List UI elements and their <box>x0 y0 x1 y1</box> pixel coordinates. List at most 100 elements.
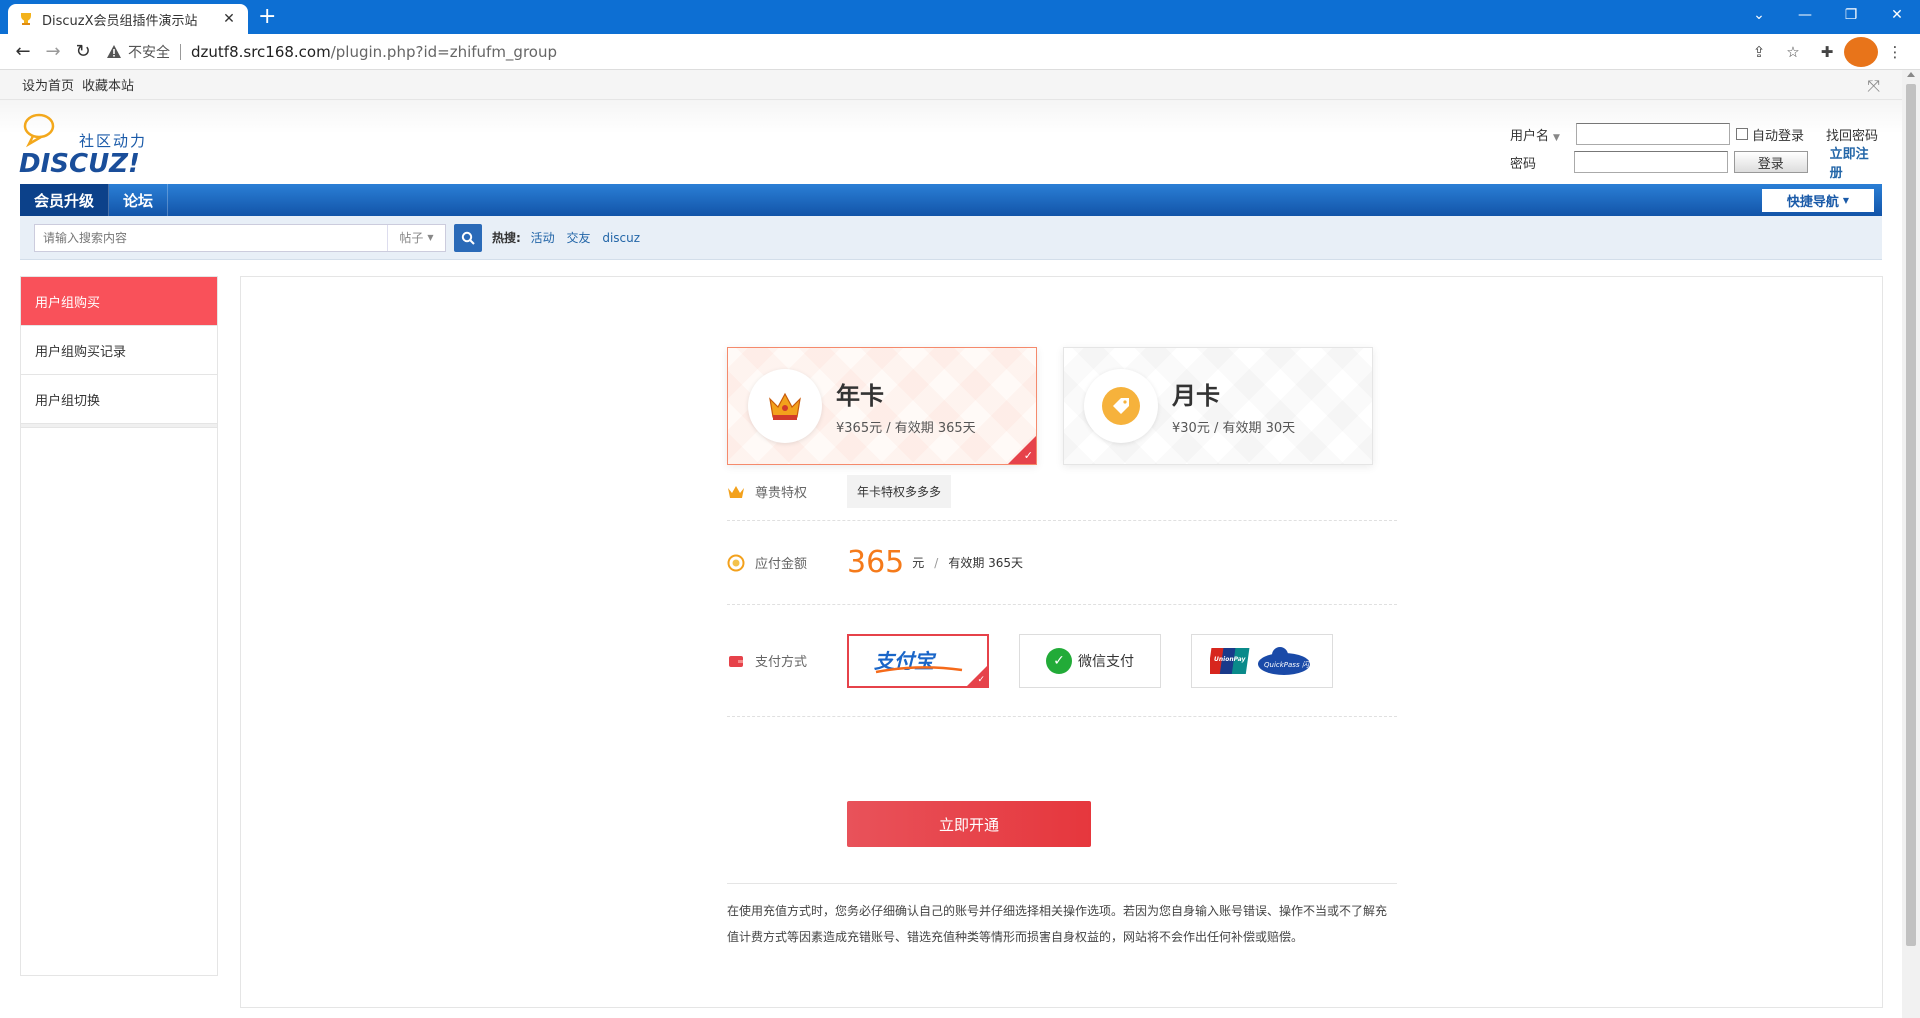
svg-text:支付宝: 支付宝 <box>874 649 937 673</box>
hot-search-item[interactable]: 交友 <box>566 231 590 245</box>
alipay-option[interactable]: 支付宝 ✓ <box>847 633 989 688</box>
quick-nav-button[interactable]: 快捷导航 ▼ <box>1762 189 1874 212</box>
plan-cards: 年卡 ¥365元 / 有效期 365天 ✓ 月卡 ¥30元 / 有效期 30天 <box>727 347 1399 465</box>
crown-icon <box>748 369 822 443</box>
hot-search-item[interactable]: 活动 <box>531 231 555 245</box>
open-now-button[interactable]: 立即开通 <box>847 801 1091 847</box>
logo-text: DISCUZ! <box>19 149 140 178</box>
login-form: 用户名 ▼ 自动登录 找回密码 密码 登录 立即注册 <box>1510 122 1880 181</box>
share-icon[interactable]: ⇪ <box>1742 37 1776 67</box>
bookmark-site-link[interactable]: 收藏本站 <box>82 75 134 94</box>
checkbox-icon <box>1736 128 1748 140</box>
hot-search-label: 热搜: <box>492 231 521 245</box>
sidebar-divider <box>21 424 217 428</box>
register-link[interactable]: 立即注册 <box>1830 143 1880 181</box>
browser-tab[interactable]: DiscuzX会员组插件演示站 ✕ <box>8 4 248 34</box>
login-button[interactable]: 登录 <box>1733 151 1808 173</box>
plan-title: 年卡 <box>836 382 884 410</box>
main-content: 年卡 ¥365元 / 有效期 365天 ✓ 月卡 ¥30元 / 有效期 30天 … <box>240 276 1883 1008</box>
plan-card-year[interactable]: 年卡 ¥365元 / 有效期 365天 ✓ <box>727 347 1037 465</box>
plan-title: 月卡 <box>1172 382 1220 410</box>
caret-down-icon: ▼ <box>1842 196 1850 205</box>
new-tab-button[interactable]: + <box>258 6 276 28</box>
quick-nav-label: 快捷导航 <box>1786 195 1839 210</box>
forgot-password-link[interactable]: 找回密码 <box>1826 125 1878 144</box>
sidebar-item-group-switch[interactable]: 用户组切换 <box>21 375 217 424</box>
notice-text: 在使用充值方式时，您务必仔细确认自己的账号并仔细选择相关操作选项。若因为您自身输… <box>727 883 1397 950</box>
tag-icon <box>1084 369 1158 443</box>
password-label: 密码 <box>1510 156 1537 172</box>
notice-line: 在使用充值方式时，您务必仔细确认自己的账号并仔细选择相关操作选项。若因为您自身输… <box>727 904 1388 918</box>
browser-toolbar: ⇪ ☆ ✚ ⋮ <box>1742 36 1912 67</box>
unionpay-quickpass-logo: UnionPay 银联 QuickPass 闪付 <box>1210 646 1314 675</box>
wechat-pay-label: 微信支付 <box>1078 653 1134 670</box>
profile-avatar[interactable] <box>1844 36 1878 67</box>
bookmark-star-icon[interactable]: ☆ <box>1776 37 1810 67</box>
price-value: 365 <box>847 545 905 580</box>
search-input[interactable]: 请输入搜索内容 <box>35 229 387 246</box>
crown-small-icon <box>727 483 745 501</box>
notice-line: 值计费方式等因素造成充错账号、错选充值种类等情形而损害自身权益的，网站将不会作出… <box>727 930 1304 944</box>
unionpay-option[interactable]: UnionPay 银联 QuickPass 闪付 <box>1191 633 1333 688</box>
tab-search-icon[interactable]: ⌄ <box>1736 0 1782 30</box>
privilege-row: 尊贵特权 年卡特权多多多 <box>727 463 1397 521</box>
hot-search-item[interactable]: discuz <box>602 231 640 245</box>
main-nav: 会员升级 论坛 快捷导航 ▼ <box>20 184 1882 216</box>
search-box: 请输入搜索内容 帖子 ▼ <box>34 223 446 252</box>
discuz-logo[interactable]: 社区动力 DISCUZ! <box>19 112 159 178</box>
search-button[interactable] <box>454 223 482 252</box>
amount-row: 应付金额 365 元 / 有效期 365天 <box>727 521 1397 605</box>
search-type-select[interactable]: 帖子 ▼ <box>387 224 445 251</box>
hot-search: 热搜: 活动 交友 discuz <box>492 229 648 246</box>
site-header: 社区动力 DISCUZ! 用户名 ▼ 自动登录 找回密码 密码 登录 立即注册 <box>0 100 1902 184</box>
url-host: dzutf8.src168.com <box>191 42 331 61</box>
chevron-down-icon: ▼ <box>427 233 434 242</box>
password-input[interactable] <box>1573 151 1728 173</box>
logo-tagline: 社区动力 <box>79 132 147 150</box>
scrollbar-thumb[interactable] <box>1906 84 1916 946</box>
plan-desc: ¥365元 / 有效期 365天 <box>836 421 976 436</box>
amount-label: 应付金额 <box>755 557 808 572</box>
check-icon: ✓ <box>1023 449 1033 462</box>
plan-card-month[interactable]: 月卡 ¥30元 / 有效期 30天 <box>1063 347 1373 465</box>
price-unit: 元 <box>912 556 925 570</box>
sidebar-item-purchase-records[interactable]: 用户组购买记录 <box>21 326 217 375</box>
auto-login-label: 自动登录 <box>1752 128 1805 144</box>
page-scrollbar[interactable] <box>1902 70 1920 1018</box>
back-icon[interactable]: ← <box>8 37 38 67</box>
privilege-tag: 年卡特权多多多 <box>847 475 952 508</box>
restore-icon[interactable]: ❐ <box>1828 0 1874 30</box>
tab-close-icon[interactable]: ✕ <box>220 11 238 27</box>
address-bar: ← → ↻ 不安全 dzutf8.src168.com /plugin.php?… <box>0 34 1920 70</box>
forward-icon[interactable]: → <box>38 37 68 67</box>
omnibox[interactable]: 不安全 dzutf8.src168.com /plugin.php?id=zhi… <box>106 37 1742 67</box>
omnibox-divider <box>180 43 181 60</box>
sidebar-item-group-purchase[interactable]: 用户组购买 <box>21 277 217 326</box>
chevron-down-icon: ▼ <box>1553 132 1560 143</box>
window-controls: ⌄ — ❐ ✕ <box>1736 0 1920 34</box>
payment-label: 支付方式 <box>755 655 808 670</box>
close-strip-icon[interactable]: ⤧ <box>1867 76 1880 96</box>
price-separator: / <box>934 555 939 570</box>
browser-menu-icon[interactable]: ⋮ <box>1878 37 1912 67</box>
top-strip: 设为首页 收藏本站 ⤧ <box>0 70 1902 100</box>
wechat-pay-option[interactable]: ✓ 微信支付 <box>1019 633 1161 688</box>
auto-login-checkbox[interactable]: 自动登录 <box>1736 125 1804 144</box>
username-input[interactable] <box>1576 123 1730 145</box>
extensions-icon[interactable]: ✚ <box>1810 37 1844 67</box>
username-label[interactable]: 用户名 ▼ <box>1510 125 1576 144</box>
window-close-icon[interactable]: ✕ <box>1874 0 1920 30</box>
page-viewport: 设为首页 收藏本站 ⤧ 社区动力 DISCUZ! 用户名 ▼ 自动登录 找回密码 … <box>0 70 1902 1018</box>
scroll-up-icon[interactable] <box>1907 72 1915 77</box>
search-type-value: 帖子 <box>399 231 424 245</box>
svg-text:QuickPass 闪付: QuickPass 闪付 <box>1264 661 1314 669</box>
nav-item-member-upgrade[interactable]: 会员升级 <box>20 184 110 216</box>
minimize-icon[interactable]: — <box>1782 0 1828 30</box>
plan-desc: ¥30元 / 有效期 30天 <box>1172 421 1296 436</box>
set-home-link[interactable]: 设为首页 <box>22 75 74 94</box>
reload-icon[interactable]: ↻ <box>68 37 98 67</box>
payment-row: 支付方式 支付宝 ✓ ✓ 微信支付 UnionPay 银联 QuickPass … <box>727 605 1397 717</box>
nav-item-forum[interactable]: 论坛 <box>109 184 169 216</box>
trophy-favicon-icon <box>21 13 31 25</box>
search-icon <box>461 231 475 245</box>
